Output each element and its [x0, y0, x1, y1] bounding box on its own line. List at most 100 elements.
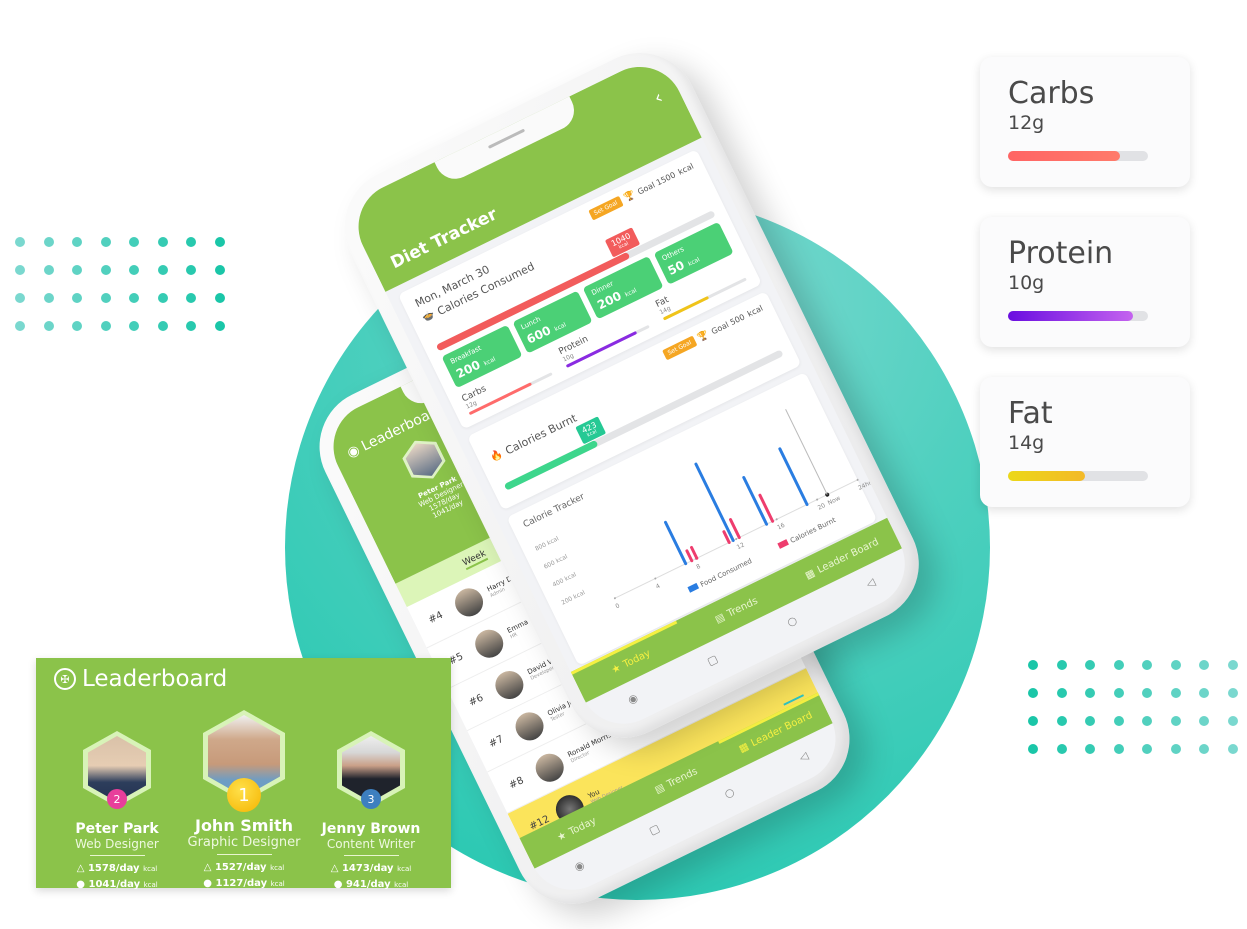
legend-swatch — [687, 582, 700, 593]
decorative-dot — [1170, 744, 1181, 754]
avatar — [470, 624, 508, 662]
legend-swatch — [777, 539, 789, 549]
section-title: Calories Burnt — [503, 411, 579, 458]
decorative-dot — [129, 321, 139, 331]
decorative-dot — [157, 293, 168, 303]
rank-badge: 1 — [227, 778, 261, 812]
user-name: Peter Park — [75, 821, 159, 837]
macro-amount: 14g — [1008, 432, 1045, 454]
legend-label: Food Consumed — [699, 557, 753, 589]
podium-user-1[interactable]: 1 John Smith Graphic Designer △ 1527/day… — [179, 710, 309, 892]
decorative-dot — [1056, 716, 1067, 726]
flame-icon: 🔥 — [488, 448, 505, 464]
decorative-dot — [1085, 716, 1095, 726]
rank: #8 — [507, 775, 526, 792]
decorative-dot — [1028, 716, 1038, 726]
decorative-dot — [15, 293, 25, 303]
decorative-dot — [157, 265, 168, 275]
decorative-dot — [186, 293, 196, 303]
decorative-dot — [1113, 744, 1124, 754]
decorative-dot — [1113, 660, 1124, 670]
flame-icon: ● — [76, 879, 85, 890]
meal-icon: △ — [76, 863, 85, 874]
decorative-dot — [214, 293, 225, 303]
rank: #6 — [467, 692, 486, 709]
trophy-icon: 🏆 — [696, 329, 711, 344]
decorative-dot — [1199, 660, 1209, 670]
y-tick-label: 600 kcal — [543, 553, 569, 571]
podium-user-3[interactable]: 3 Jenny Brown Content Writer △ 1473/day … — [306, 731, 436, 893]
system-dot-icon[interactable]: ◉ — [626, 691, 640, 707]
macro-progress-bar — [1008, 151, 1148, 161]
decorative-dot — [157, 237, 168, 247]
star-icon: ★ — [609, 661, 623, 676]
back-triangle-icon[interactable]: ◁ — [797, 749, 810, 764]
decorative-dot — [1142, 688, 1152, 698]
leaderboard-title: Leaderboard — [82, 666, 228, 692]
tab-week[interactable]: Week — [461, 548, 489, 571]
now-line — [785, 409, 828, 495]
back-triangle-icon[interactable]: ◁ — [864, 575, 877, 590]
avatar — [490, 665, 528, 704]
decorative-dot — [15, 237, 25, 247]
bar-calories-burnt — [690, 545, 699, 560]
recents-icon[interactable]: ▢ — [705, 652, 720, 668]
flame-icon: ● — [203, 878, 212, 889]
chevron-left-icon[interactable]: ‹ — [651, 87, 667, 109]
bar-food-consumed — [694, 462, 735, 543]
home-icon[interactable]: ○ — [722, 785, 736, 801]
podium-user-2[interactable]: 2 Peter Park Web Designer △ 1578/day kca… — [52, 731, 182, 893]
y-tick-label: 800 kcal — [534, 535, 560, 553]
decorative-dot — [1028, 688, 1038, 698]
avatar — [450, 583, 488, 621]
decorative-dot — [1227, 660, 1238, 670]
macro-label: Carbs — [1008, 76, 1095, 111]
x-tick-label: 16 — [776, 522, 786, 532]
decorative-dot — [1170, 716, 1181, 726]
x-tick-label: 8 — [695, 563, 702, 571]
avatar — [530, 748, 569, 786]
cutlery-logo-icon: ◉ — [344, 441, 363, 462]
macro-amount: 10g — [1008, 272, 1045, 294]
decorative-dot — [72, 265, 82, 275]
decorative-dot — [15, 265, 25, 275]
decorative-dot — [1085, 660, 1095, 670]
decorative-dot — [1028, 660, 1038, 670]
star-icon: ★ — [555, 829, 569, 844]
podium-icon: ▩ — [737, 740, 751, 755]
user-role: Web Designer — [75, 837, 159, 851]
avatar — [510, 707, 549, 745]
decorative-dot — [100, 265, 111, 275]
rank: #7 — [487, 733, 506, 751]
decorative-dot — [1170, 688, 1181, 698]
decorative-dot — [1142, 716, 1152, 726]
decorative-dot — [129, 265, 139, 275]
decorative-dot — [1142, 660, 1152, 670]
dot-grid-decoration-left — [15, 237, 243, 349]
macro-card-carbs: Carbs 12g — [980, 57, 1190, 187]
x-tick-label: 12 — [736, 541, 746, 551]
macro-card-fat: Fat 14g — [980, 377, 1190, 507]
decorative-dot — [129, 293, 139, 303]
home-icon[interactable]: ○ — [785, 613, 799, 629]
bar-food-consumed — [664, 520, 688, 566]
y-tick-label: 400 kcal — [552, 571, 578, 589]
user-role: Content Writer — [326, 837, 416, 851]
decorative-dot — [72, 293, 82, 303]
user-name: Jenny Brown — [321, 821, 421, 837]
decorative-dot — [72, 321, 82, 331]
legend-label: Calories Burnt — [789, 516, 837, 545]
decorative-dot — [186, 321, 196, 331]
decorative-dot — [1142, 744, 1152, 754]
decorative-dot — [129, 237, 139, 247]
x-tick-label: 24hr — [857, 479, 873, 492]
decorative-dot — [1227, 716, 1238, 726]
x-tick-label: 20 — [817, 502, 827, 512]
bar-chart-icon: ▤ — [713, 611, 727, 626]
decorative-dot — [1170, 660, 1181, 670]
meal-kcal: 50 — [665, 257, 687, 278]
system-dot-icon[interactable]: ◉ — [572, 858, 586, 874]
decorative-dot — [1113, 688, 1124, 698]
recents-icon[interactable]: ▢ — [647, 821, 662, 837]
decorative-dot — [100, 321, 111, 331]
